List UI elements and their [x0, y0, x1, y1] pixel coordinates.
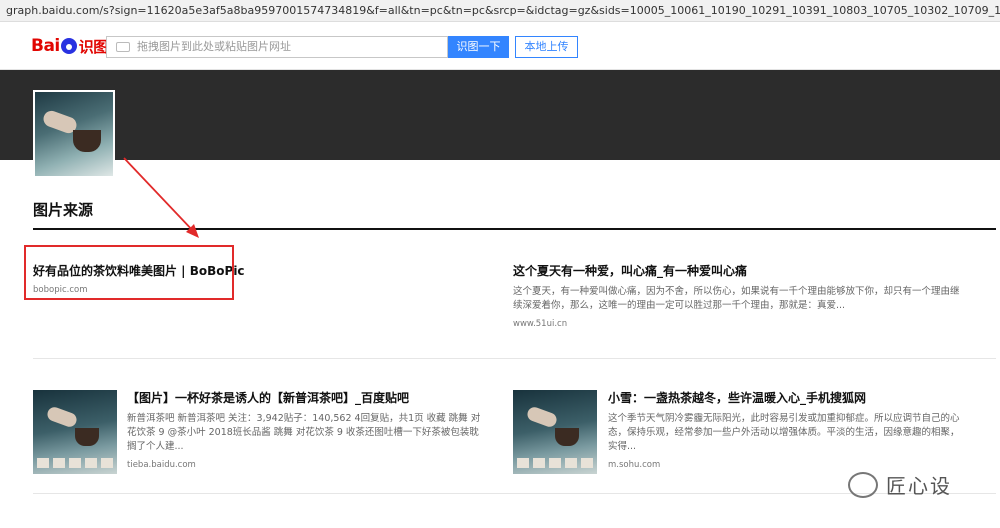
wechat-icon	[848, 471, 878, 498]
baidu-paw-icon	[60, 38, 77, 54]
section-rule	[33, 228, 996, 230]
baidu-shitu-logo[interactable]: Bai 识图	[31, 35, 108, 57]
result-title[interactable]: 小雪：一盏热茶越冬，些许温暖入心_手机搜狐网	[608, 389, 966, 406]
logo-text-shitu: 识图	[78, 37, 109, 56]
camera-icon	[116, 42, 130, 52]
search-placeholder: 拖拽图片到此处或粘贴图片网址	[137, 40, 291, 53]
result-url: tieba.baidu.com	[127, 460, 196, 470]
result-url: m.sohu.com	[608, 460, 661, 470]
result-description: 新普洱茶吧 新普洱茶吧 关注：3,942贴子：140,562 4回复贴，共1页 …	[127, 413, 481, 452]
result-thumbnail[interactable]	[33, 390, 117, 474]
browser-url-bar[interactable]: graph.baidu.com/s?sign=11620a5e3af5a8ba9…	[0, 0, 1000, 22]
image-search-input[interactable]: 拖拽图片到此处或粘贴图片网址	[106, 36, 448, 58]
result-item-4[interactable]: 小雪：一盏热茶越冬，些许温暖入心_手机搜狐网 这个季节天气阴冷雾霾无际阳光，此时…	[608, 389, 966, 470]
result-title[interactable]: 【图片】一杯好茶是诱人的【新普洱茶吧】_百度贴吧	[127, 389, 482, 406]
result-item-3[interactable]: 【图片】一杯好茶是诱人的【新普洱茶吧】_百度贴吧 新普洱茶吧 新普洱茶吧 关注：…	[127, 389, 482, 470]
query-image-banner	[0, 70, 1000, 160]
query-image-preview[interactable]	[33, 90, 115, 178]
result-title[interactable]: 这个夏天有一种爱，叫心痛_有一种爱叫心痛	[513, 262, 968, 279]
section-title: 图片来源	[33, 201, 94, 219]
logo-text-bai: Bai	[31, 36, 60, 56]
teacup-shape	[75, 428, 99, 446]
result-description: 这个夏天，有一种爱叫做心痛，因为不舍，所以伤心，如果说有一千个理由能够放下你，却…	[513, 286, 960, 311]
hand-shape	[45, 405, 79, 429]
result-item-2[interactable]: 这个夏天有一种爱，叫心痛_有一种爱叫心痛 这个夏天，有一种爱叫做心痛，因为不舍，…	[513, 262, 968, 329]
teacups-row-shape	[517, 458, 593, 468]
header: Bai 识图 拖拽图片到此处或粘贴图片网址 识图一下 本地上传	[0, 22, 1000, 70]
hand-shape	[525, 405, 559, 429]
result-description: 这个季节天气阴冷雾霾无际阳光，此时容易引发或加重抑郁症。所以应调节自己的心态，保…	[608, 413, 960, 452]
watermark: 匠心设	[848, 470, 952, 499]
search-image-button[interactable]: 识图一下	[448, 36, 509, 58]
teacup-shape	[555, 428, 579, 446]
result-url: www.51ui.cn	[513, 319, 568, 329]
teacup-shape	[73, 130, 101, 152]
local-upload-button[interactable]: 本地上传	[515, 36, 578, 58]
result-thumbnail[interactable]	[513, 390, 597, 474]
row-divider	[33, 358, 996, 359]
highlight-box	[24, 245, 234, 300]
watermark-text: 匠心设	[886, 474, 952, 498]
teacups-row-shape	[37, 458, 113, 468]
